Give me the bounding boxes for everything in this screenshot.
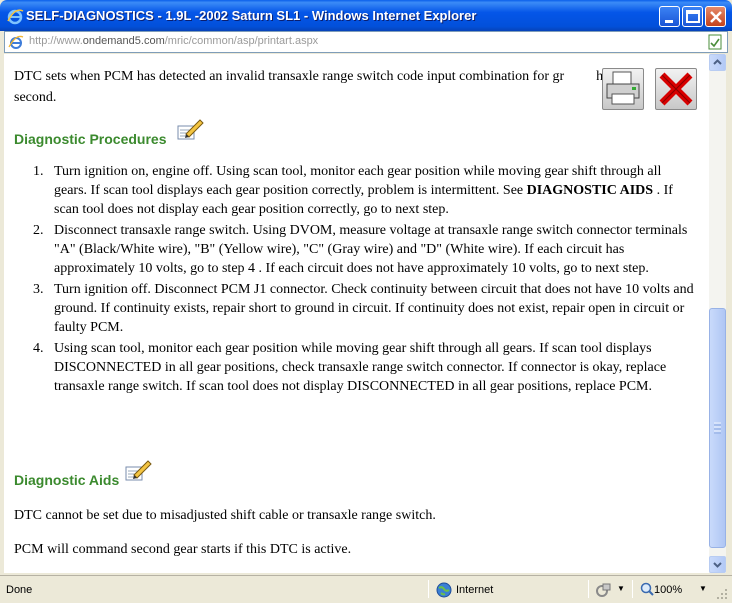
vertical-scrollbar[interactable] — [709, 54, 726, 573]
ie-page-icon — [8, 35, 24, 49]
address-bar[interactable]: http://www.ondemand5.com/mric/common/asp… — [4, 31, 728, 53]
minimize-icon — [665, 20, 673, 23]
list-item-number: 1. — [33, 164, 44, 179]
maximize-icon — [686, 10, 700, 23]
list-item: 2. Disconnect transaxle range switch. Us… — [14, 221, 696, 278]
procedures-list: 1. Turn ignition on, engine off. Using s… — [14, 162, 696, 398]
url-prefix: http://www. — [29, 35, 83, 47]
url-domain: ondemand5.com — [82, 35, 165, 47]
list-item-number: 3. — [33, 282, 44, 297]
window-title: SELF-DIAGNOSTICS - 1.9L -2002 Saturn SL1… — [26, 8, 477, 23]
close-icon — [710, 11, 722, 23]
title-bar[interactable]: SELF-DIAGNOSTICS - 1.9L -2002 Saturn SL1… — [0, 0, 732, 31]
page-icon — [708, 34, 722, 50]
page-content: DTC sets when PCM has detected an invali… — [4, 54, 709, 573]
close-window-button[interactable] — [705, 6, 726, 27]
list-item-number: 4. — [33, 341, 44, 356]
list-item-text: Using scan tool, monitor each gear posit… — [54, 341, 667, 394]
zoom-icon — [640, 582, 654, 596]
print-button[interactable] — [602, 68, 646, 110]
scroll-down-button[interactable] — [709, 556, 726, 573]
grip-icon — [714, 422, 721, 434]
list-item: 3. Turn ignition off. Disconnect PCM J1 … — [14, 280, 696, 337]
chevron-down-icon[interactable]: ▼ — [617, 584, 625, 593]
zoom-level[interactable]: 100% — [654, 584, 682, 596]
aids-paragraph-2: PCM will command second gear starts if t… — [14, 542, 352, 557]
minimize-button[interactable] — [659, 6, 680, 27]
list-item-number: 2. — [33, 223, 44, 238]
scrollbar-thumb[interactable] — [709, 308, 726, 548]
aids-heading: Diagnostic Aids — [14, 472, 120, 488]
status-text: Done — [6, 584, 33, 596]
intro-second-line: second. — [14, 90, 57, 105]
security-zone[interactable]: Internet — [456, 584, 493, 596]
resize-grip-icon[interactable] — [716, 588, 728, 600]
diagnostic-aids-reference: DIAGNOSTIC AIDS — [526, 183, 654, 198]
chevron-down-icon — [713, 562, 722, 568]
notepad-pencil-icon[interactable] — [124, 459, 152, 483]
list-item: 4. Using scan tool, monitor each gear po… — [14, 339, 696, 396]
notepad-pencil-icon[interactable] — [176, 118, 204, 142]
list-item: 1. Turn ignition on, engine off. Using s… — [14, 162, 696, 219]
printer-icon — [606, 71, 640, 105]
close-x-icon — [659, 72, 693, 106]
intro-paragraph: DTC sets when PCM has detected an invali… — [14, 66, 704, 108]
protected-mode-icon[interactable] — [595, 582, 611, 598]
intro-text: DTC sets when PCM has detected an invali… — [14, 69, 565, 84]
url-path: /mric/common/asp/printart.aspx — [164, 35, 319, 47]
maximize-button[interactable] — [682, 6, 703, 27]
list-item-text: Turn ignition off. Disconnect PCM J1 con… — [54, 282, 694, 335]
chevron-down-icon[interactable]: ▼ — [699, 584, 707, 593]
status-bar: Done Internet ▼ 100% ▼ — [0, 575, 732, 603]
close-page-button[interactable] — [655, 68, 699, 110]
procedures-heading: Diagnostic Procedures — [14, 131, 167, 147]
chevron-up-icon — [713, 59, 722, 65]
address-url[interactable]: http://www.ondemand5.com/mric/common/asp… — [29, 35, 318, 47]
globe-icon — [436, 582, 452, 598]
list-item-text: Disconnect transaxle range switch. Using… — [54, 223, 688, 276]
aids-paragraph-1: DTC cannot be set due to misadjusted shi… — [14, 508, 436, 523]
ie-logo-icon — [7, 9, 24, 25]
scroll-up-button[interactable] — [709, 54, 726, 71]
